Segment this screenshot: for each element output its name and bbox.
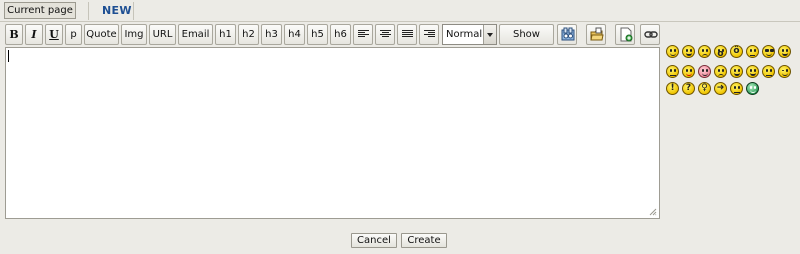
url-button[interactable]: URL [149,24,176,45]
smiley-surprised-icon[interactable]: o [714,45,727,59]
link-icon [644,31,658,38]
smiley-mad-icon[interactable] [666,65,679,78]
bold-button[interactable]: B [5,24,23,45]
smiley-smile-icon[interactable] [666,45,679,58]
h2-button[interactable]: h2 [238,24,259,45]
quote-button[interactable]: Quote [84,24,119,45]
italic-button[interactable]: I [25,24,43,45]
smiley-rolleyes-icon[interactable] [762,65,775,78]
align-left-icon [358,30,369,39]
h5-button[interactable]: h5 [307,24,328,45]
smiley-neutral-icon[interactable] [730,82,743,95]
h6-button[interactable]: h6 [330,24,351,45]
smiley-shocked-icon[interactable]: ö [730,45,743,58]
align-right-button[interactable] [419,24,439,45]
font-size-select[interactable]: Normal [442,24,497,45]
image-button[interactable]: Img [121,24,147,45]
underline-button[interactable]: U [45,24,63,45]
smiley-cool-icon[interactable] [762,45,775,58]
smiley-sad-icon[interactable] [698,45,711,58]
align-left-button[interactable] [353,24,373,45]
smiley-laugh-icon[interactable] [778,45,791,58]
new-document-button[interactable] [615,24,635,45]
smiley-cry-icon[interactable] [714,65,727,78]
smiley-grin-icon[interactable] [682,45,695,58]
create-button[interactable]: Create [401,233,447,248]
smiley-evil-icon[interactable] [730,65,743,78]
tab-separator [88,2,89,20]
smiley-wink-icon[interactable] [778,65,791,78]
tab-new[interactable]: NEW [102,4,132,17]
align-justify-icon [402,30,413,39]
link-button[interactable] [640,24,660,45]
idea-icon[interactable]: ♀ [698,82,711,95]
question-icon[interactable]: ? [682,82,695,95]
exclamation-icon[interactable]: ! [666,82,679,95]
email-button[interactable]: Email [178,24,213,45]
font-size-value: Normal [446,29,483,40]
new-document-icon [620,27,633,42]
tab-current-page[interactable]: Current page [4,2,76,19]
chevron-down-icon[interactable] [483,25,496,44]
preview-button[interactable] [557,24,577,45]
align-right-icon [424,30,435,39]
open-folder-button[interactable] [586,24,606,45]
show-color-button[interactable]: Show color [499,24,554,59]
h1-button[interactable]: h1 [215,24,236,45]
smiley-razz-icon[interactable] [682,65,695,78]
paragraph-button[interactable]: p [65,24,82,45]
text-caret [8,50,9,62]
editor-toolbar: B I U p Quote Img URL Email h1 h2 h3 h4 … [5,24,660,59]
post-editor-textarea[interactable] [5,47,660,219]
preview-icon [561,27,575,41]
align-center-icon [380,30,391,39]
open-folder-icon [590,27,604,41]
align-center-button[interactable] [375,24,395,45]
arrow-icon[interactable]: ➜ [714,82,727,95]
smiley-embarrassed-icon[interactable] [698,65,711,78]
resize-grip-icon[interactable] [649,208,657,216]
align-justify-button[interactable] [397,24,417,45]
tab-separator [133,2,134,20]
smiley-confused-icon[interactable] [746,45,759,58]
cancel-button[interactable]: Cancel [351,233,397,248]
h4-button[interactable]: h4 [284,24,305,45]
smiley-mrgreen-icon[interactable] [746,82,759,95]
h3-button[interactable]: h3 [261,24,282,45]
smiley-twisted-icon[interactable] [746,65,759,78]
tab-bar: Current page NEW [0,0,800,22]
